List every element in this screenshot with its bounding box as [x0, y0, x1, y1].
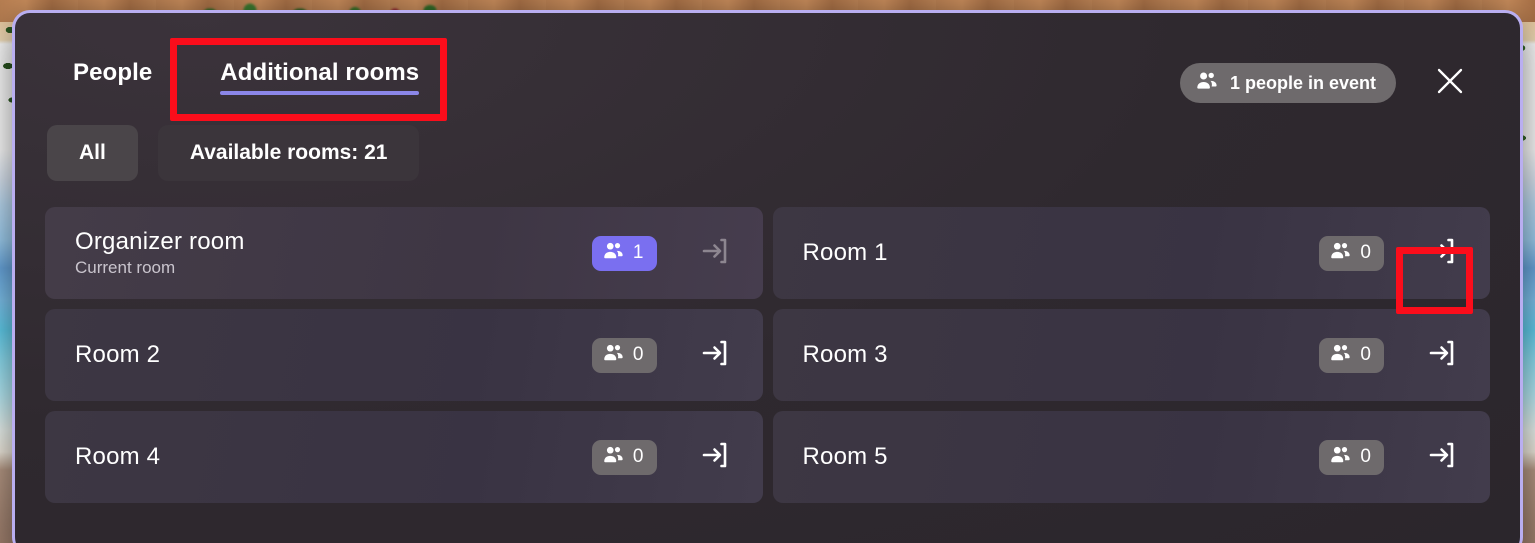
join-room-button [683, 223, 747, 283]
tab-additional-rooms-label: Additional rooms [220, 59, 420, 86]
room-card-room-4[interactable]: Room 4 0 [45, 411, 763, 503]
room-occupancy-count: 0 [1360, 242, 1371, 263]
room-name: Room 4 [75, 443, 161, 470]
tab-people-label: People [73, 59, 153, 86]
join-room-button[interactable] [1410, 325, 1474, 385]
people-group-icon [603, 344, 624, 367]
room-name: Room 5 [802, 443, 888, 470]
close-button[interactable] [1428, 61, 1472, 105]
close-icon [1435, 66, 1465, 101]
join-room-button[interactable] [683, 427, 747, 487]
tab-people[interactable]: People [45, 53, 192, 103]
filter-chip-all[interactable]: All [47, 125, 138, 181]
room-card-room-2[interactable]: Room 2 0 [45, 309, 763, 401]
rooms-list-scroll-area: Organizer room Current room 1 Room 1 0 R… [45, 207, 1490, 537]
join-room-button[interactable] [1410, 223, 1474, 283]
room-card-organizer-room[interactable]: Organizer room Current room 1 [45, 207, 763, 299]
join-room-icon [698, 234, 732, 273]
panel-tabs: People Additional rooms [45, 53, 447, 103]
room-occupancy-badge: 0 [1319, 337, 1384, 373]
room-occupancy-badge: 0 [1319, 439, 1384, 475]
room-filter-chips: All Available rooms: 21 [45, 125, 1490, 181]
room-occupancy-count: 1 [632, 242, 644, 263]
tab-additional-rooms[interactable]: Additional rooms [192, 53, 447, 103]
join-room-button[interactable] [683, 325, 747, 385]
room-occupancy-badge: 1 [591, 235, 657, 271]
room-subtitle: Current room [75, 258, 176, 277]
people-group-icon [603, 446, 624, 469]
people-group-icon [1330, 344, 1351, 367]
join-room-icon [1425, 336, 1459, 375]
people-group-icon [1196, 72, 1218, 94]
tab-active-underline [220, 91, 420, 95]
room-name: Room 1 [802, 239, 888, 266]
room-name: Room 2 [75, 341, 161, 368]
people-group-icon [1330, 446, 1351, 469]
filter-chip-available-rooms[interactable]: Available rooms: 21 [157, 125, 420, 181]
people-in-event-badge: 1 people in event [1179, 63, 1396, 103]
join-room-icon [698, 438, 732, 477]
room-name: Organizer room [75, 228, 245, 255]
room-occupancy-count: 0 [632, 446, 644, 467]
join-room-button[interactable] [1410, 427, 1474, 487]
room-occupancy-count: 0 [1360, 344, 1371, 365]
room-card-room-5[interactable]: Room 5 0 [772, 411, 1490, 503]
room-name: Room 3 [802, 341, 888, 368]
room-occupancy-count: 0 [1360, 446, 1371, 467]
room-occupancy-badge: 0 [591, 439, 657, 475]
rooms-grid: Organizer room Current room 1 Room 1 0 R… [45, 207, 1490, 503]
filter-chip-all-label: All [79, 141, 106, 164]
room-occupancy-count: 0 [632, 344, 644, 365]
join-room-icon [1425, 234, 1459, 273]
room-card-room-3[interactable]: Room 3 0 [772, 309, 1490, 401]
room-occupancy-badge: 0 [1319, 235, 1384, 271]
people-in-event-label: 1 people in event [1229, 72, 1376, 93]
panel-header: People Additional rooms 1 people in even… [45, 13, 1490, 131]
filter-chip-available-rooms-label: Available rooms: 21 [189, 141, 388, 164]
additional-rooms-panel: People Additional rooms 1 people in even… [12, 10, 1523, 543]
people-group-icon [603, 242, 624, 265]
room-card-room-1[interactable]: Room 1 0 [772, 207, 1490, 299]
panel-header-actions: 1 people in event [1179, 61, 1472, 105]
people-group-icon [1330, 242, 1351, 265]
join-room-icon [1425, 438, 1459, 477]
room-occupancy-badge: 0 [591, 337, 657, 373]
join-room-icon [698, 336, 732, 375]
app-root: People Additional rooms 1 people in even… [0, 0, 1535, 543]
